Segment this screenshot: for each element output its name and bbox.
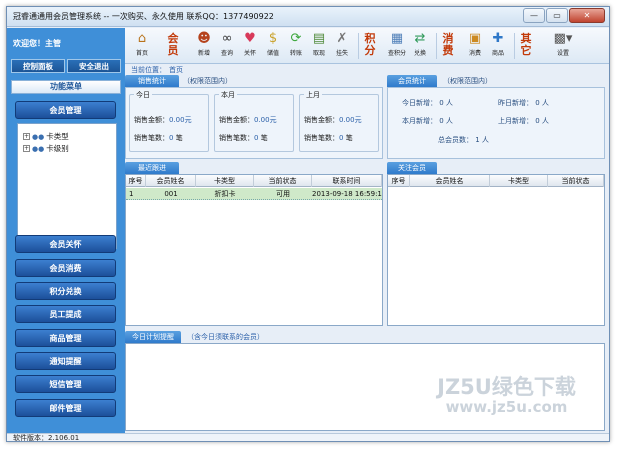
tab-member-stats[interactable]: 会员统计 — [387, 75, 437, 87]
menu-member-management[interactable]: 会员管理 — [15, 101, 116, 119]
expand-icon[interactable]: + — [23, 133, 30, 140]
table-row[interactable]: 1 001 折扣卡 可用 2013-09-18 16:59:19 — [126, 188, 382, 200]
tab-recent-followup[interactable]: 最近跟进 — [125, 162, 179, 174]
house-icon: ⌂ — [137, 31, 147, 46]
menu-sms-management[interactable]: 短信管理 — [15, 375, 116, 393]
tab-sales-stats[interactable]: 销售统计 — [125, 75, 179, 87]
cash-icon: ▤ — [312, 31, 326, 46]
toolbar: ⌂ 首页 会员 ☻ 新增 ∞ 查询 ♥ 关怀 $ 储值 ⟳ 转账 ▤ 取现 ✗ — [125, 28, 609, 64]
member-group-label: 会员 — [167, 32, 179, 57]
table-header: 序号 会员姓名 卡类型 当前状态 联系时间 — [126, 175, 382, 187]
shopping-bag-icon: ▣ — [468, 31, 482, 46]
withdraw-tool[interactable]: ▤ 取现 — [308, 30, 330, 62]
puzzle-icon: ✚ — [492, 31, 504, 46]
exchange-icon: ⇄ — [414, 31, 426, 46]
location-value[interactable]: 首页 — [169, 65, 183, 75]
query-tool[interactable]: ∞ 查询 — [216, 30, 238, 62]
query-points-tool[interactable]: ▦ 查积分 — [386, 30, 408, 62]
menu-email-management[interactable]: 邮件管理 — [15, 399, 116, 417]
menu-member-consume[interactable]: 会员消费 — [15, 259, 116, 277]
watermark: JZ5U绿色下载 www.jz5u.com — [437, 375, 576, 416]
tab-followed-members[interactable]: 关注会员 — [387, 162, 437, 174]
report-loss-tool[interactable]: ✗ 挂失 — [331, 30, 353, 62]
maximize-button[interactable]: ▭ — [546, 8, 568, 23]
sidebar: 欢迎您！主管 控制面板 安全退出 功能菜单 会员管理 + ●● 卡类型 + ●●… — [7, 28, 125, 433]
goods-tool[interactable]: ✚ 商品 — [487, 30, 509, 62]
safe-exit-button[interactable]: 安全退出 — [67, 59, 121, 73]
monitor-settings-icon: ▩▾ — [553, 31, 573, 46]
menu-goods-management[interactable]: 商品管理 — [15, 329, 116, 347]
status-bar: 软件版本：2.106.01 — [7, 433, 609, 442]
settings-tool[interactable]: ▩▾ 设置 — [549, 30, 577, 62]
card-tree: + ●● 卡类型 + ●● 卡级别 — [17, 123, 117, 249]
control-panel-button[interactable]: 控制面板 — [11, 59, 65, 73]
expand-icon[interactable]: + — [23, 145, 30, 152]
welcome-text: 欢迎您！主管 — [13, 39, 61, 48]
toolbar-separator — [514, 33, 515, 59]
version-text: 软件版本：2.106.01 — [13, 434, 80, 442]
document-search-icon: ▦ — [390, 31, 404, 46]
recharge-tool[interactable]: $ 储值 — [262, 30, 284, 62]
tree-item-card-level[interactable]: + ●● 卡级别 — [23, 143, 69, 154]
sales-stats-note: （权限范围内） — [183, 77, 232, 85]
menu-notifications[interactable]: 通知提醒 — [15, 352, 116, 370]
close-button[interactable]: ✕ — [569, 8, 605, 23]
title-bar: 冠睿通通用会员管理系统 -- 一次购买、永久使用 联系QQ：1377490922… — [7, 7, 609, 27]
sales-today-group: 今日 销售金额：0.00元 销售笔数：0 笔 — [129, 90, 209, 152]
toolbar-separator — [436, 33, 437, 59]
menu-points-redeem[interactable]: 积分兑换 — [15, 282, 116, 300]
followed-members-table: 序号 会员姓名 卡类型 当前状态 — [387, 174, 605, 326]
users-icon: ●● — [32, 144, 45, 153]
users-icon: ●● — [32, 132, 45, 141]
refresh-arrows-icon: ⟳ — [290, 31, 302, 46]
redeem-tool[interactable]: ⇄ 兑换 — [409, 30, 431, 62]
consume-group-label: 消费 — [442, 32, 454, 57]
menu-member-care[interactable]: 会员关怀 — [15, 235, 116, 253]
add-member-tool[interactable]: ☻ 新增 — [193, 30, 215, 62]
tools-icon: ✗ — [336, 31, 348, 46]
breadcrumb: 当前位置： 首页 — [125, 64, 609, 75]
recent-followup-table: 序号 会员姓名 卡类型 当前状态 联系时间 1 001 折扣卡 可用 2013-… — [125, 174, 383, 326]
today-plan-note: （含今日须联系的会员） — [187, 333, 264, 341]
window-title: 冠睿通通用会员管理系统 -- 一次购买、永久使用 联系QQ：1377490922 — [13, 12, 274, 21]
binoculars-icon: ∞ — [221, 31, 233, 46]
minimize-button[interactable]: — — [523, 8, 545, 23]
toolbar-separator — [358, 33, 359, 59]
other-group-label: 其它 — [520, 32, 532, 57]
person-add-icon: ☻ — [197, 31, 211, 46]
tree-item-label: 卡级别 — [46, 144, 69, 153]
transfer-tool[interactable]: ⟳ 转账 — [285, 30, 307, 62]
location-label: 当前位置： — [131, 66, 166, 74]
app-window: 冠睿通通用会员管理系统 -- 一次购买、永久使用 联系QQ：1377490922… — [6, 6, 610, 442]
points-group-label: 积分 — [364, 32, 376, 57]
sales-month-group: 本月 销售金额：0.00元 销售笔数：0 笔 — [214, 90, 294, 152]
heart-icon: ♥ — [244, 31, 256, 46]
member-stats-panel: 今日新增： 0 人 昨日新增： 0 人 本月新增： 0 人 上月新增： 0 人 … — [387, 87, 605, 159]
table-header: 序号 会员姓名 卡类型 当前状态 — [388, 175, 604, 187]
sales-last-month-group: 上月 销售金额：0.00元 销售笔数：0 笔 — [299, 90, 379, 152]
money-bag-icon: $ — [268, 31, 278, 46]
sales-stats-panel: 今日 销售金额：0.00元 销售笔数：0 笔 本月 销售金额：0.00元 销售笔… — [125, 87, 383, 159]
home-tool[interactable]: ⌂ 首页 — [131, 30, 153, 62]
member-stats-note: （权限范围内） — [443, 77, 492, 85]
consume-tool[interactable]: ▣ 消费 — [464, 30, 486, 62]
tab-today-plan[interactable]: 今日计划提醒 — [125, 331, 181, 343]
tree-item-card-type[interactable]: + ●● 卡类型 — [23, 131, 69, 142]
care-tool[interactable]: ♥ 关怀 — [239, 30, 261, 62]
tree-item-label: 卡类型 — [46, 132, 69, 141]
menu-staff-commission[interactable]: 员工提成 — [15, 305, 116, 323]
function-menu-header: 功能菜单 — [11, 80, 121, 94]
